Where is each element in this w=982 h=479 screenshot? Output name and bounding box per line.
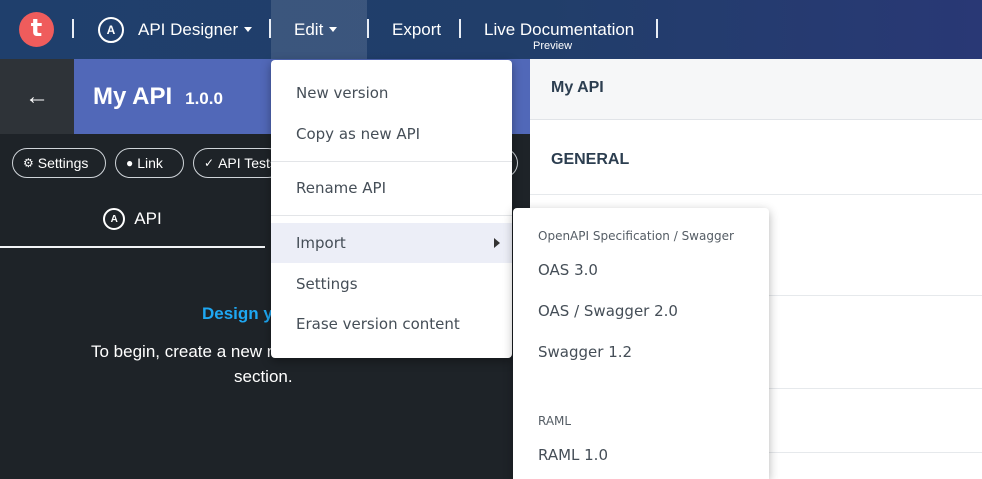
submenu-item-oas-swagger-2-0[interactable]: OAS / Swagger 2.0 xyxy=(538,302,678,320)
submenu-item-raml-1-0[interactable]: RAML 1.0 xyxy=(538,446,608,464)
empty-state-text-cont: section. xyxy=(234,367,293,386)
settings-button[interactable]: ⚙ Settings xyxy=(12,148,106,178)
api-tests-label: API Tests xyxy=(218,155,277,171)
preview-sublabel: Preview xyxy=(533,40,573,52)
chevron-down-icon xyxy=(329,27,338,32)
arrow-left-icon: ← xyxy=(25,82,49,110)
submenu-header-openapi: OpenAPI Specification / Swagger xyxy=(538,229,734,243)
menu-divider xyxy=(271,161,512,162)
api-tests-button[interactable]: ✓ API Tests xyxy=(193,148,283,178)
menu-item-copy-as-new-api[interactable]: Copy as new API xyxy=(271,114,512,154)
general-section-header[interactable]: GENERAL xyxy=(530,120,982,195)
submenu-header-raml: RAML xyxy=(538,414,572,428)
submenu-item-swagger-1-2[interactable]: Swagger 1.2 xyxy=(538,343,632,361)
back-button[interactable]: ← xyxy=(0,59,74,134)
check-circle-icon: ✓ xyxy=(204,156,215,170)
menu-item-import[interactable]: Import xyxy=(271,223,512,263)
github-icon: ● xyxy=(126,156,134,170)
empty-state-text: To begin, create a new m xyxy=(91,342,281,361)
api-designer-label: API Designer xyxy=(138,19,239,39)
nav-separator xyxy=(72,19,74,38)
menu-item-rename-api[interactable]: Rename API xyxy=(271,168,512,208)
app-logo[interactable]: t xyxy=(19,12,54,47)
edit-dropdown-menu: New version Copy as new API Rename API I… xyxy=(271,60,512,358)
tab-api-label: API xyxy=(134,209,162,228)
nav-separator xyxy=(656,19,658,38)
menu-item-import-label: Import xyxy=(296,234,346,252)
import-submenu: OpenAPI Specification / Swagger OAS 3.0 … xyxy=(513,208,769,479)
chevron-right-icon xyxy=(494,238,500,248)
api-version: 1.0.0 xyxy=(185,89,223,108)
right-panel-title: My API xyxy=(530,59,982,120)
nav-separator xyxy=(367,19,369,38)
empty-state-title: Design y xyxy=(202,304,273,323)
gear-icon: ⚙ xyxy=(23,156,34,170)
api-icon: A xyxy=(103,208,126,230)
top-nav: t A API Designer Edit Export Live Docume… xyxy=(0,0,982,59)
nav-separator xyxy=(459,19,461,38)
edit-menu[interactable]: Edit xyxy=(271,0,367,59)
menu-item-settings[interactable]: Settings xyxy=(271,264,512,304)
link-button[interactable]: ● Link xyxy=(115,148,184,178)
tab-api[interactable]: A API xyxy=(0,192,265,248)
export-label: Export xyxy=(392,19,442,39)
menu-divider xyxy=(271,215,512,216)
api-designer-icon: A xyxy=(98,16,124,43)
submenu-item-oas-3-0[interactable]: OAS 3.0 xyxy=(538,261,598,279)
link-label: Link xyxy=(137,155,163,171)
api-name: My API xyxy=(93,82,173,110)
menu-item-new-version[interactable]: New version xyxy=(271,73,512,113)
settings-label: Settings xyxy=(37,155,89,171)
menu-item-erase-version-content[interactable]: Erase version content xyxy=(271,304,512,344)
live-documentation-label: Live Documentation xyxy=(484,19,635,39)
edit-label: Edit xyxy=(294,19,324,39)
api-designer-menu[interactable]: A API Designer xyxy=(98,0,253,59)
export-menu[interactable]: Export xyxy=(392,0,441,59)
chevron-down-icon xyxy=(244,27,253,32)
